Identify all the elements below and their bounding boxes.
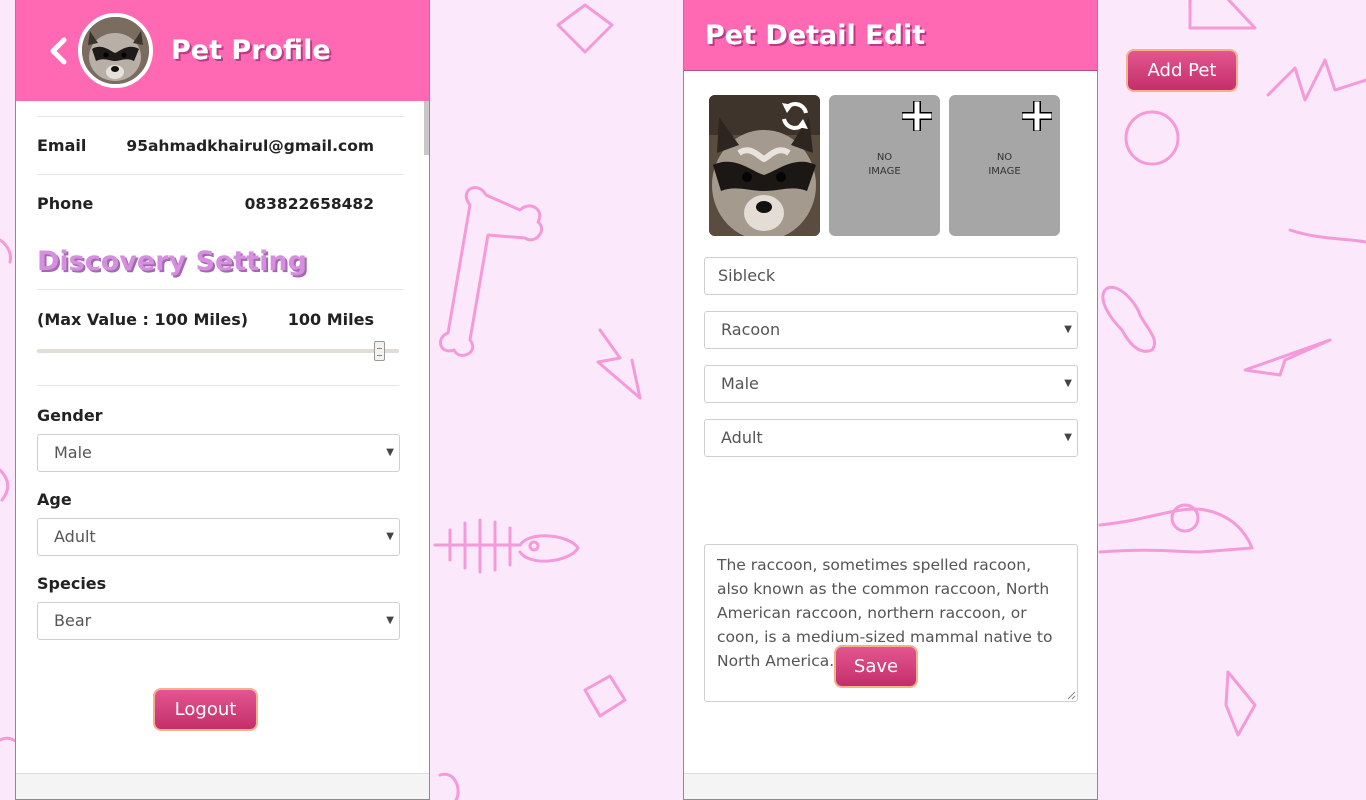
pet-age-value: Adult (721, 428, 763, 447)
phone-row: Phone 083822658482 (37, 174, 404, 232)
slider-thumb[interactable] (374, 341, 385, 361)
save-button[interactable]: Save (834, 645, 918, 688)
dropdown-arrow-icon: ▼ (1064, 324, 1072, 335)
resize-grip-icon[interactable] (1066, 690, 1076, 700)
dropdown-arrow-icon: ▼ (1064, 378, 1072, 389)
discovery-setting-title: Discovery Setting (37, 240, 404, 290)
logout-button[interactable]: Logout (153, 688, 258, 731)
no-image-line2: IMAGE (868, 166, 901, 177)
no-image-text: NO IMAGE (949, 151, 1060, 179)
pet-species-select[interactable]: Racoon ▼ (704, 311, 1078, 349)
email-value: 95ahmadkhairul@gmail.com (126, 136, 374, 155)
empty-photo-slot[interactable]: NO IMAGE (949, 95, 1060, 236)
pet-species-value: Racoon (721, 320, 781, 339)
profile-title: Pet Profile (171, 35, 331, 66)
email-row: Email 95ahmadkhairul@gmail.com (37, 116, 404, 174)
pet-gender-select[interactable]: Male ▼ (704, 365, 1078, 403)
phone-value: 083822658482 (244, 194, 374, 213)
dropdown-arrow-icon: ▼ (1064, 432, 1072, 443)
age-select[interactable]: Adult ▼ (37, 518, 400, 556)
gender-label: Gender (37, 406, 103, 425)
no-image-line1: NO (996, 152, 1013, 163)
dropdown-arrow-icon: ▼ (386, 531, 394, 542)
dropdown-arrow-icon: ▼ (386, 447, 394, 458)
pet-detail-edit-panel: Pet Detail Edit NO IMAGE NO IMAGE Siblec… (683, 0, 1098, 800)
no-image-line2: IMAGE (988, 166, 1021, 177)
age-select-value: Adult (54, 527, 96, 546)
profile-body: Email 95ahmadkhairul@gmail.com Phone 083… (16, 101, 429, 640)
no-image-text: NO IMAGE (829, 151, 940, 179)
species-select[interactable]: Bear ▼ (37, 602, 400, 640)
species-select-value: Bear (54, 611, 92, 630)
distance-row: (Max Value : 100 Miles) 100 Miles (37, 290, 404, 340)
edit-title: Pet Detail Edit (705, 20, 926, 51)
add-photo-icon[interactable] (902, 101, 932, 131)
gender-select[interactable]: Male ▼ (37, 434, 400, 472)
pet-avatar (78, 13, 153, 88)
dropdown-arrow-icon: ▼ (386, 615, 394, 626)
email-label: Email (37, 136, 87, 155)
pet-name-input[interactable]: Sibleck (704, 257, 1078, 295)
pet-gender-value: Male (721, 374, 759, 393)
pet-profile-panel: Pet Profile Email 95ahmadkhairul@gmail.c… (15, 0, 430, 800)
panel-footer (684, 773, 1097, 799)
phone-label: Phone (37, 194, 94, 213)
distance-value: 100 Miles (287, 310, 374, 329)
no-image-line1: NO (876, 152, 893, 163)
gender-select-value: Male (54, 443, 92, 462)
slider-track[interactable] (37, 349, 399, 353)
max-value-label: (Max Value : 100 Miles) (37, 310, 249, 329)
back-chevron-icon[interactable] (46, 37, 70, 65)
profile-header: Pet Profile (16, 0, 429, 101)
panel-footer (16, 773, 429, 799)
add-pet-button[interactable]: Add Pet (1126, 49, 1238, 92)
age-label: Age (37, 490, 72, 509)
pet-age-select[interactable]: Adult ▼ (704, 419, 1078, 457)
add-photo-icon[interactable] (1022, 101, 1052, 131)
edit-header: Pet Detail Edit (684, 0, 1097, 71)
scrollbar-thumb[interactable] (424, 101, 429, 155)
refresh-icon[interactable] (778, 99, 812, 133)
empty-photo-slot[interactable]: NO IMAGE (829, 95, 940, 236)
species-label: Species (37, 574, 107, 593)
pet-photo[interactable] (709, 95, 820, 236)
photo-gallery: NO IMAGE NO IMAGE (709, 95, 1069, 236)
distance-slider[interactable] (37, 340, 399, 386)
